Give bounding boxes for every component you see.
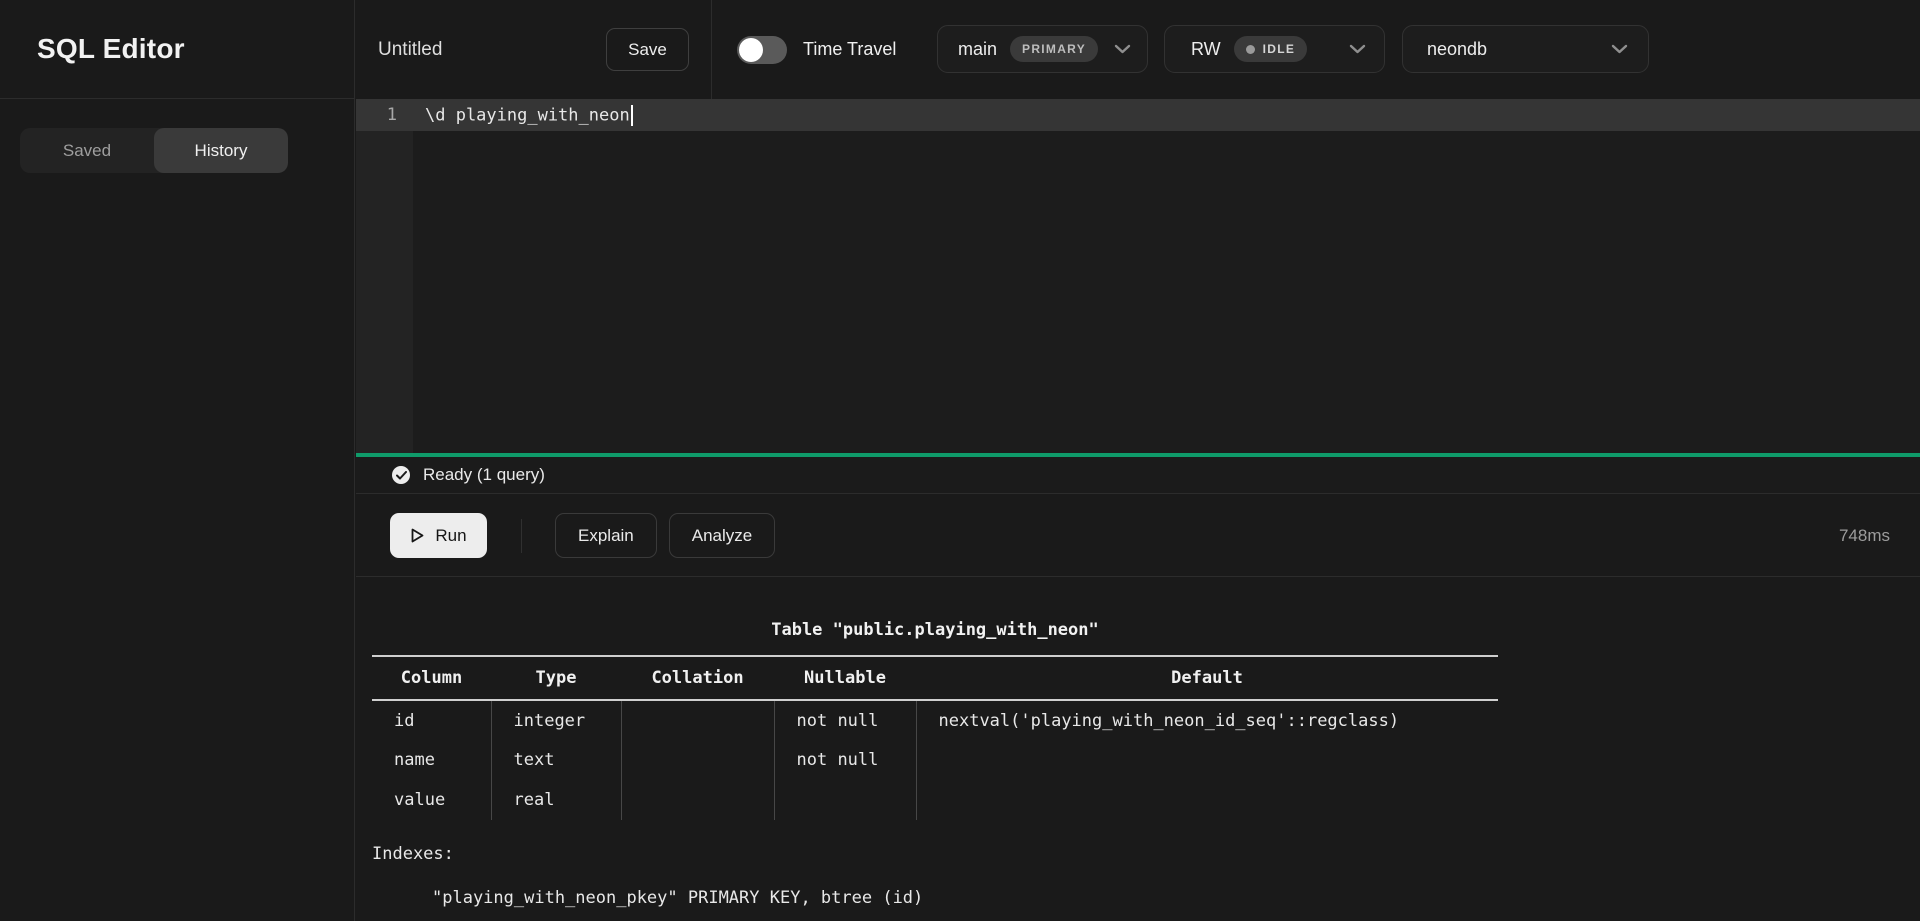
branch-select[interactable]: main PRIMARY <box>937 25 1148 73</box>
table-cell: id <box>372 700 491 740</box>
editor-active-line[interactable]: 1 \d playing_with_neon <box>356 99 1920 131</box>
column-header: Default <box>916 656 1498 700</box>
chevron-down-icon <box>1114 44 1131 54</box>
results-panel: Table "public.playing_with_neon" ColumnT… <box>356 578 1920 921</box>
table-row: idinteger not nullnextval('playing_with_n… <box>372 700 1498 740</box>
table-cell: text <box>491 740 621 780</box>
table-title: Table "public.playing_with_neon" <box>372 620 1498 640</box>
column-header: Column <box>372 656 491 700</box>
idle-badge-label: IDLE <box>1263 42 1296 56</box>
table-row: valuereal <box>372 780 1498 820</box>
table-cell <box>916 780 1498 820</box>
saved-history-tabs: Saved History <box>20 128 288 173</box>
column-header: Collation <box>621 656 774 700</box>
query-title: Untitled <box>378 0 442 99</box>
topbar: Untitled Save Time Travel main PRIMARY R… <box>356 0 1920 99</box>
index-entry: "playing_with_neon_pkey" PRIMARY KEY, bt… <box>372 888 1498 908</box>
check-circle-icon <box>392 466 410 484</box>
code-editor[interactable]: 1 \d playing_with_neon <box>356 99 1920 453</box>
table-cell: nextval('playing_with_neon_id_seq'::regc… <box>916 700 1498 740</box>
compute-name: RW <box>1191 39 1221 60</box>
table-cell: value <box>372 780 491 820</box>
table-cell <box>621 780 774 820</box>
status-dot-icon <box>1246 45 1255 54</box>
query-toolbar: Run Explain Analyze 748ms <box>356 495 1920 577</box>
primary-badge: PRIMARY <box>1010 36 1098 62</box>
sidebar: SQL Editor Saved History <box>0 0 355 921</box>
branch-name: main <box>958 39 997 60</box>
query-duration: 748ms <box>1839 526 1890 546</box>
table-cell <box>621 740 774 780</box>
indexes-label: Indexes: <box>372 844 1498 864</box>
code-line: \d playing_with_neon <box>413 105 633 126</box>
table-cell: not null <box>774 700 916 740</box>
database-select[interactable]: neondb <box>1402 25 1649 73</box>
sidebar-header: SQL Editor <box>0 0 354 99</box>
results-table-body: idinteger not nullnextval('playing_with_n… <box>372 700 1498 820</box>
explain-button[interactable]: Explain <box>555 513 657 558</box>
line-number: 1 <box>356 105 413 125</box>
status-message: Ready (1 query) <box>423 465 545 485</box>
table-cell: real <box>491 780 621 820</box>
save-button[interactable]: Save <box>606 28 689 71</box>
page-title: SQL Editor <box>37 33 185 65</box>
play-icon <box>410 527 425 544</box>
topbar-divider <box>711 0 712 99</box>
code-text: \d playing_with_neon <box>425 105 630 125</box>
table-cell <box>774 780 916 820</box>
editor-gutter <box>356 131 413 453</box>
time-travel-label: Time Travel <box>803 0 896 99</box>
tab-saved[interactable]: Saved <box>20 128 154 173</box>
column-header: Type <box>491 656 621 700</box>
time-travel-toggle[interactable] <box>737 36 787 64</box>
analyze-button[interactable]: Analyze <box>669 513 775 558</box>
tab-history[interactable]: History <box>154 128 288 173</box>
toolbar-divider <box>521 519 522 553</box>
table-cell: not null <box>774 740 916 780</box>
main-panel: Untitled Save Time Travel main PRIMARY R… <box>356 0 1920 921</box>
psql-output: Table "public.playing_with_neon" ColumnT… <box>372 620 1498 908</box>
table-row: nametext not null <box>372 740 1498 780</box>
chevron-down-icon <box>1349 44 1366 54</box>
text-cursor <box>631 105 633 126</box>
results-table-head-row: ColumnTypeCollationNullableDefault <box>372 656 1498 700</box>
run-button-label: Run <box>435 526 466 546</box>
database-name: neondb <box>1427 39 1487 60</box>
table-cell: name <box>372 740 491 780</box>
toggle-knob <box>739 38 763 62</box>
table-cell: integer <box>491 700 621 740</box>
idle-badge: IDLE <box>1234 36 1308 62</box>
status-bar: Ready (1 query) <box>356 457 1920 494</box>
compute-select[interactable]: RW IDLE <box>1164 25 1385 73</box>
column-header: Nullable <box>774 656 916 700</box>
table-cell <box>621 700 774 740</box>
table-cell <box>916 740 1498 780</box>
chevron-down-icon <box>1611 44 1628 54</box>
results-table: ColumnTypeCollationNullableDefault idint… <box>372 655 1498 820</box>
run-button[interactable]: Run <box>390 513 487 558</box>
